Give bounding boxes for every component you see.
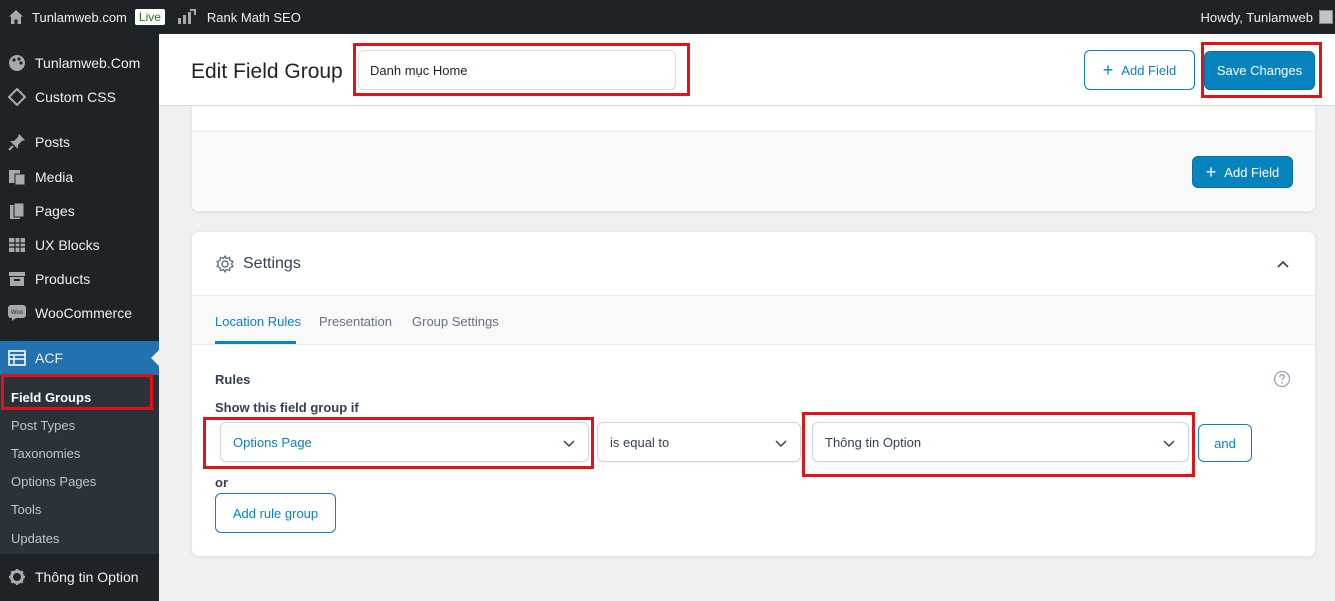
menu-label: Media: [35, 169, 74, 185]
and-label: and: [1214, 435, 1236, 451]
settings-panel: Settings Location Rules Presentation Gro…: [191, 231, 1316, 557]
save-changes-button[interactable]: Save Changes: [1204, 51, 1315, 90]
help-icon[interactable]: [1273, 370, 1291, 388]
tab-group-settings[interactable]: Group Settings: [412, 314, 499, 329]
live-badge: Live: [134, 9, 165, 25]
chevron-down-icon: [775, 440, 787, 448]
home-icon: [9, 10, 23, 24]
menu-item-media[interactable]: Media: [0, 160, 159, 194]
admin-sidebar: Tunlamweb.Com Custom CSS Posts Media Pag…: [0, 34, 159, 601]
menu-label: Thông tin Option: [35, 569, 139, 585]
palette-icon: [7, 53, 27, 73]
menu-label: Posts: [35, 134, 71, 150]
submenu-tools[interactable]: Tools: [11, 502, 41, 517]
admin-bar: Tunlamweb.com Live Rank Math SEO Howdy, …: [0, 0, 1335, 34]
gear-icon: [7, 567, 27, 587]
menu-item-woocommerce[interactable]: Woo WooCommerce: [0, 296, 159, 330]
acf-submenu: Field Groups Post Types Taxonomies Optio…: [0, 375, 159, 554]
rule-operator-value: is equal to: [610, 434, 670, 450]
pin-icon: [7, 132, 27, 152]
menu-item-thong-tin-option[interactable]: Thông tin Option: [0, 560, 159, 594]
tab-location-rules[interactable]: Location Rules: [215, 314, 301, 329]
tab-presentation[interactable]: Presentation: [319, 314, 392, 329]
submenu-options-pages[interactable]: Options Pages: [11, 474, 96, 489]
menu-label: Pages: [35, 203, 75, 219]
menu-label: ACF: [35, 350, 63, 366]
rules-label: Rules: [215, 372, 251, 387]
woo-icon: Woo: [7, 303, 27, 323]
menu-item-acf[interactable]: ACF: [0, 341, 159, 375]
archive-icon: [7, 269, 27, 289]
howdy-user[interactable]: Howdy, Tunlamweb: [1201, 0, 1313, 34]
chevron-down-icon: [563, 440, 575, 448]
chevron-up-icon[interactable]: [1275, 256, 1291, 272]
rank-math-link[interactable]: Rank Math SEO: [177, 0, 301, 34]
rank-math-icon: [177, 9, 196, 24]
menu-item-posts[interactable]: Posts: [0, 125, 159, 159]
active-tab-indicator: [215, 341, 296, 344]
rule-value-select[interactable]: Thông tin Option: [812, 422, 1189, 462]
rule-value-value: Thông tin Option: [825, 434, 922, 450]
menu-label: Products: [35, 271, 91, 287]
field-group-title-input[interactable]: [358, 50, 676, 90]
rank-math-label: Rank Math SEO: [206, 9, 301, 25]
page-header: Edit Field Group + Add Field Save Change…: [159, 34, 1335, 106]
menu-label: WooCommerce: [35, 305, 132, 321]
menu-label: UX Blocks: [35, 237, 100, 253]
site-name: Tunlamweb.com: [32, 9, 127, 25]
menu-item-custom-css[interactable]: Custom CSS: [0, 80, 159, 114]
and-button[interactable]: and: [1198, 424, 1252, 462]
page-title: Edit Field Group: [191, 60, 343, 83]
svg-text:Woo: Woo: [11, 310, 24, 316]
add-rule-group-label: Add rule group: [232, 505, 319, 521]
rule-param-select[interactable]: Options Page: [220, 422, 589, 462]
active-arrow: [151, 350, 159, 366]
rule-param-value: Options Page: [233, 434, 312, 450]
fields-panel-footer: + Add Field: [192, 131, 1315, 210]
submenu-updates[interactable]: Updates: [11, 531, 59, 546]
or-label: or: [215, 475, 228, 490]
menu-item-ux-blocks[interactable]: UX Blocks: [0, 228, 159, 262]
chevron-down-icon: [1163, 440, 1175, 448]
avatar[interactable]: [1319, 10, 1333, 24]
settings-gear-icon: [216, 255, 234, 273]
settings-title: Settings: [243, 255, 301, 272]
show-if-label: Show this field group if: [215, 400, 359, 415]
menu-item-products[interactable]: Products: [0, 262, 159, 296]
plus-icon: +: [1102, 60, 1114, 80]
menu-item-site[interactable]: Tunlamweb.Com: [0, 46, 159, 80]
add-field-button[interactable]: + Add Field: [1192, 156, 1293, 188]
submenu-field-groups[interactable]: Field Groups: [11, 390, 91, 405]
table-icon: [7, 348, 27, 368]
submenu-post-types[interactable]: Post Types: [11, 418, 75, 433]
fields-panel: + Add Field: [191, 106, 1316, 212]
media-icon: [7, 167, 27, 187]
grid-icon: [7, 235, 27, 255]
settings-tabs: Location Rules Presentation Group Settin…: [192, 296, 1315, 345]
pages-icon: [7, 201, 27, 221]
save-label: Save Changes: [1216, 63, 1303, 78]
add-field-header-button[interactable]: + Add Field: [1084, 50, 1195, 90]
add-rule-group-button[interactable]: Add rule group: [215, 493, 336, 533]
site-link[interactable]: Tunlamweb.com Live: [0, 0, 165, 34]
diamond-icon: [7, 87, 27, 107]
menu-item-pages[interactable]: Pages: [0, 194, 159, 228]
settings-header[interactable]: Settings: [192, 232, 1315, 296]
submenu-taxonomies[interactable]: Taxonomies: [11, 446, 80, 461]
menu-label: Custom CSS: [35, 89, 116, 105]
add-field-label: Add Field: [1224, 164, 1280, 180]
menu-label: Tunlamweb.Com: [35, 55, 141, 71]
rule-operator-select[interactable]: is equal to: [597, 422, 801, 462]
add-field-label: Add Field: [1121, 62, 1177, 78]
plus-icon: +: [1205, 162, 1217, 182]
